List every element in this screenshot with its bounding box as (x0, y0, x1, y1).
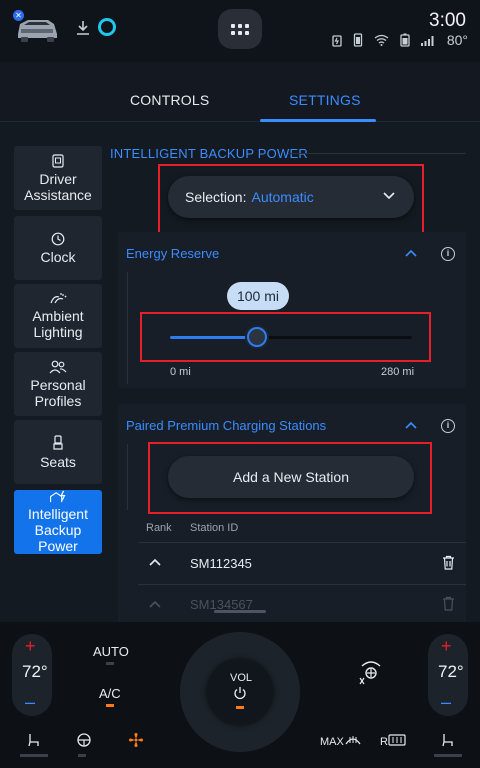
sidebar-item-label: Driver Assistance (24, 170, 92, 203)
station-id: SM112345 (190, 556, 252, 571)
airflow-fan-icon[interactable] (356, 658, 386, 686)
temp-up-button[interactable]: + (25, 636, 36, 657)
defrost-icon (345, 736, 361, 745)
status-icons: 80° (332, 32, 468, 48)
power-icon (234, 687, 246, 700)
clock-time: 3:00 (429, 10, 466, 31)
wheel-heat-indicator (78, 754, 86, 757)
tab-bar: CONTROLS SETTINGS (0, 62, 480, 122)
ac-button[interactable]: A/C (99, 686, 121, 701)
section-rule (127, 272, 128, 384)
clock-icon (51, 232, 65, 245)
backup-power-icon (50, 490, 66, 503)
driver-temp-value: 72° (22, 662, 48, 681)
info-icon[interactable]: i (441, 247, 455, 261)
power-indicator (236, 706, 244, 709)
section-divider (288, 153, 466, 154)
section-title: INTELLIGENT BACKUP POWER (110, 146, 308, 161)
move-up-icon[interactable] (148, 558, 162, 567)
tab-controls[interactable]: CONTROLS (130, 92, 209, 108)
notification-badge-icon: ✕ (13, 10, 24, 21)
phone-battery-icon (353, 33, 362, 47)
passenger-seat-heat-level (434, 754, 462, 757)
auto-button[interactable]: AUTO (93, 644, 129, 659)
ac-indicator (106, 704, 114, 707)
apps-grid-icon (231, 23, 249, 35)
slider-fill (170, 336, 258, 339)
info-icon[interactable]: i (441, 419, 455, 433)
sidebar-item-personal-profiles[interactable]: Personal Profiles (14, 352, 102, 416)
slider-max-label: 280 mi (381, 366, 415, 378)
auto-indicator (106, 662, 114, 665)
add-new-station-button[interactable]: Add a New Station (168, 456, 414, 498)
row-divider (138, 584, 466, 585)
row-divider (138, 542, 466, 543)
climate-bar: + – 72° AUTO A/C VOL + – 72° MAX R (0, 622, 480, 768)
settings-panel: Driver Assistance Clock Ambient Lighting… (0, 122, 480, 622)
heated-seat-icon[interactable] (26, 732, 42, 748)
collapse-energy-reserve-icon[interactable] (404, 249, 418, 258)
trash-icon[interactable] (442, 596, 455, 611)
energy-reserve-title: Energy Reserve (126, 246, 220, 261)
sidebar-item-label: Seats (40, 453, 76, 470)
move-up-icon[interactable] (148, 600, 162, 609)
temp-down-button[interactable]: – (441, 692, 451, 713)
slider-handle[interactable] (247, 327, 268, 347)
apps-button[interactable] (218, 9, 262, 49)
rear-defrost-icon (388, 734, 406, 746)
slider-min-label: 0 mi (170, 366, 191, 378)
driver-assist-icon (52, 153, 64, 168)
max-defrost-button[interactable]: MAX (320, 736, 344, 748)
alexa-icon[interactable] (98, 18, 116, 36)
selection-value: Automatic (251, 189, 314, 205)
scroll-handle[interactable] (214, 610, 266, 613)
column-header-rank: Rank (146, 522, 172, 534)
volume-label: VOL (230, 672, 253, 684)
column-header-station-id: Station ID (190, 522, 239, 534)
tab-settings[interactable]: SETTINGS (289, 92, 361, 108)
seat-heat-level (20, 754, 48, 757)
section-rule (127, 444, 128, 510)
temp-up-button[interactable]: + (441, 636, 452, 657)
profiles-icon (49, 360, 67, 373)
sidebar-item-seats[interactable]: Seats (14, 420, 102, 484)
wifi-icon (374, 34, 389, 46)
selection-label: Selection: (185, 189, 247, 205)
selection-dropdown[interactable]: Selection: Automatic (168, 176, 414, 218)
status-bar: ✕ 3:00 80° (0, 0, 480, 62)
sidebar-item-clock[interactable]: Clock (14, 216, 102, 280)
outside-temperature: 80° (446, 32, 468, 48)
sidebar-item-intelligent-backup-power[interactable]: Intelligent Backup Power (14, 490, 102, 554)
ambient-light-icon (50, 292, 67, 303)
sidebar-item-label: Personal Profiles (30, 376, 86, 409)
rear-defrost-button[interactable]: R (380, 736, 388, 748)
passenger-heated-seat-icon[interactable] (440, 732, 456, 748)
chevron-down-icon (383, 192, 395, 200)
paired-stations-card (118, 404, 466, 622)
passenger-temp-value: 72° (438, 662, 464, 681)
battery-icon (400, 33, 410, 47)
collapse-paired-stations-icon[interactable] (404, 421, 418, 430)
seat-icon (53, 434, 63, 450)
fan-icon[interactable] (128, 732, 144, 748)
slider-value-bubble: 100 mi (227, 282, 289, 310)
sidebar-item-ambient-lighting[interactable]: Ambient Lighting (14, 284, 102, 348)
charging-plug-icon (332, 35, 342, 47)
heated-wheel-icon[interactable] (76, 732, 92, 748)
sidebar-item-label: Intelligent Backup Power (28, 506, 88, 554)
signal-icon (420, 36, 434, 46)
download-icon[interactable] (76, 20, 90, 36)
sidebar-item-label: Ambient Lighting (32, 307, 84, 340)
trash-icon[interactable] (442, 555, 455, 570)
paired-stations-title: Paired Premium Charging Stations (126, 418, 327, 433)
sidebar-item-driver-assistance[interactable]: Driver Assistance (14, 146, 102, 210)
temp-down-button[interactable]: – (25, 692, 35, 713)
sidebar-item-label: Clock (40, 248, 76, 265)
